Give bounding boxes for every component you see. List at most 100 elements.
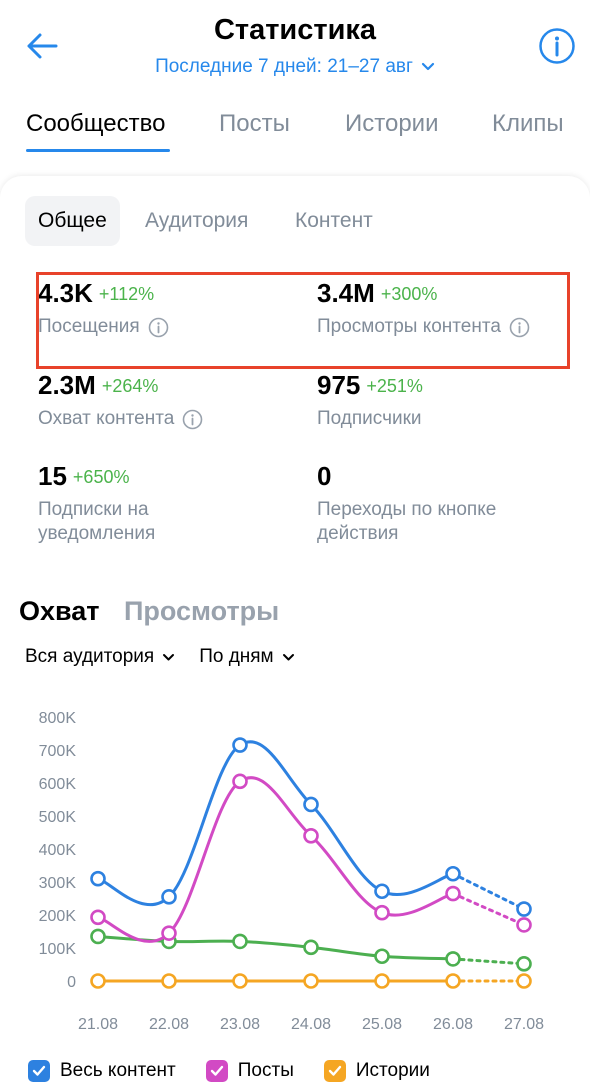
legend-item-posts[interactable]: Посты: [205, 1060, 294, 1082]
series-projection-line: [451, 957, 526, 966]
y-tick-label: 300K: [39, 875, 77, 892]
data-point: [90, 928, 106, 945]
data-point: [90, 909, 106, 926]
legend-label: Весь контент: [60, 1060, 176, 1081]
x-tick-label: 21.08: [78, 1016, 118, 1033]
data-point: [374, 904, 390, 921]
period-selector[interactable]: Последние 7 дней: 21–27 авг: [0, 56, 590, 78]
header: Статистика Последние 7 дней: 21–27 авг: [0, 0, 590, 95]
x-tick-label: 25.08: [362, 1016, 402, 1033]
data-point: [374, 883, 390, 900]
period-granularity-filter[interactable]: По дням: [199, 646, 294, 668]
data-point: [516, 973, 532, 989]
legend-item-all-content[interactable]: Весь контент: [28, 1060, 176, 1082]
stat-value: 15: [38, 461, 67, 491]
subtab-content[interactable]: Контент: [282, 196, 386, 246]
data-point: [516, 901, 532, 917]
tab-reach[interactable]: Охват: [19, 596, 100, 626]
data-point: [445, 865, 461, 882]
data-point: [161, 889, 177, 905]
stat-growth: +251%: [366, 376, 423, 396]
data-point: [445, 885, 461, 902]
tab-views[interactable]: Просмотры: [124, 596, 279, 626]
filter-label: Вся аудитория: [25, 646, 155, 667]
stat-notification-subscriptions: 15 +650% Подписки на уведомления: [38, 461, 258, 546]
data-point: [303, 796, 319, 813]
y-tick-label: 700K: [39, 743, 77, 760]
series-line: [96, 740, 455, 907]
series-projection-line: [451, 872, 526, 911]
main-tabs: Сообщество Посты Истории Клипы: [0, 100, 590, 156]
y-tick-label: 500K: [39, 809, 77, 826]
data-point: [445, 973, 461, 989]
stat-growth: +264%: [101, 376, 159, 396]
data-point: [303, 939, 319, 956]
stat-value: 2.3M: [38, 370, 96, 400]
checkbox-checked-icon: [28, 1060, 50, 1082]
data-point: [232, 973, 248, 989]
active-tab-indicator: [26, 149, 170, 152]
x-tick-label: 24.08: [291, 1016, 331, 1033]
page-title: Статистика: [213, 14, 377, 46]
data-point: [232, 737, 248, 753]
filter-label: По дням: [199, 646, 274, 667]
chevron-down-icon: [163, 653, 175, 660]
tab-community[interactable]: Сообщество: [26, 110, 165, 138]
stat-label: Подписчики: [317, 408, 422, 429]
y-tick-label: 0: [67, 974, 76, 991]
y-tick-label: 200K: [39, 908, 77, 925]
x-tick-label: 26.08: [433, 1016, 473, 1033]
data-point: [303, 828, 319, 844]
stat-value: 0: [317, 461, 332, 491]
y-tick-label: 600K: [39, 776, 77, 793]
data-point: [90, 870, 106, 887]
checkbox-checked-icon: [205, 1060, 228, 1082]
x-tick-label: 22.08: [149, 1016, 189, 1033]
data-point: [516, 956, 532, 972]
stat-subscribers: 975 +251% Подписчики: [317, 370, 423, 431]
data-point: [445, 951, 461, 967]
x-tick-label: 27.08: [504, 1016, 544, 1033]
highlight-annotation: [36, 272, 570, 369]
chevron-down-icon: [282, 653, 294, 660]
audience-filter[interactable]: Вся аудитория: [25, 646, 175, 668]
legend-label: Посты: [237, 1060, 294, 1081]
tab-clips[interactable]: Клипы: [492, 110, 564, 138]
stat-content-reach: 2.3M +264% Охват контента: [38, 370, 203, 431]
stat-label: Переходы по кнопке действия: [317, 499, 497, 544]
data-point: [161, 925, 177, 941]
data-point: [161, 973, 177, 989]
data-point: [374, 948, 390, 965]
y-tick-label: 800K: [39, 710, 77, 727]
checkbox-checked-icon: [323, 1060, 346, 1082]
chart-legend: Весь контент Посты Истории: [28, 1060, 430, 1082]
y-tick-label: 400K: [39, 842, 77, 859]
stat-action-button-clicks: 0 Переходы по кнопке действия: [317, 461, 547, 546]
data-point: [90, 973, 106, 989]
data-point: [516, 917, 532, 933]
stat-label: Подписки на уведомления: [38, 499, 156, 544]
subtab-audience[interactable]: Аудитория: [132, 196, 261, 246]
subtab-general[interactable]: Общее: [25, 196, 120, 246]
y-tick-label: 100K: [39, 941, 77, 958]
stat-label: Охват контента: [38, 408, 175, 429]
data-point: [303, 973, 319, 989]
tab-stories[interactable]: Истории: [345, 110, 438, 138]
tab-posts[interactable]: Посты: [219, 110, 290, 138]
stat-value: 975: [317, 370, 361, 400]
data-point: [232, 773, 248, 790]
reach-line-chart: 0 100K 200K 300K 400K 500K 600K 700K 800K 21.08 22…: [39, 710, 544, 1033]
series-line: [96, 776, 455, 943]
series-projection-line: [451, 892, 526, 927]
chevron-down-icon: [421, 62, 435, 71]
legend-label: Истории: [355, 1060, 430, 1081]
legend-item-stories[interactable]: Истории: [323, 1060, 430, 1082]
data-point: [374, 973, 390, 989]
x-tick-label: 23.08: [220, 1016, 260, 1033]
chart-filters: Вся аудитория По дням: [25, 646, 295, 668]
info-button[interactable]: [538, 27, 576, 65]
info-circle-icon[interactable]: [182, 409, 203, 430]
data-point: [232, 933, 248, 950]
chart-section-tabs: Охват Просмотры: [19, 596, 299, 627]
period-label: Последние 7 дней: 21–27 авг: [155, 56, 413, 77]
